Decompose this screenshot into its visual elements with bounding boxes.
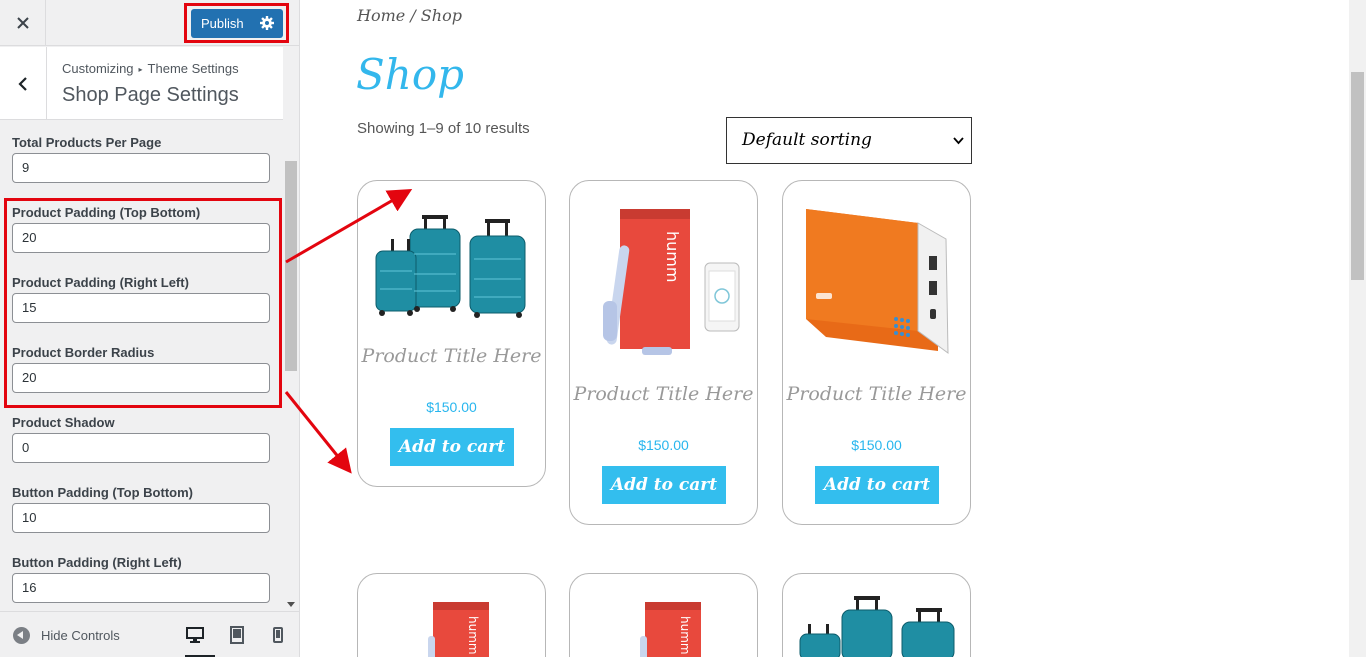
product-card[interactable]: humm: [569, 573, 758, 657]
publish-label: Publish: [201, 16, 244, 31]
shop-breadcrumb: Home / Shop: [357, 6, 462, 25]
section-header: Customizing ▸ Theme Settings Shop Page Set…: [0, 47, 283, 120]
add-to-cart-button[interactable]: Add to cart: [815, 466, 939, 504]
control-button-padding-rl: Button Padding (Right Left) 16: [12, 555, 270, 603]
product-card[interactable]: [782, 573, 971, 657]
control-button-padding-tb: Button Padding (Top Bottom) 10: [12, 485, 270, 533]
product-card[interactable]: humm: [357, 573, 546, 657]
back-button[interactable]: [0, 47, 47, 120]
total-products-input[interactable]: 9: [12, 153, 270, 183]
customizer-footer: Hide Controls: [0, 611, 299, 657]
chevron-down-icon: [953, 137, 964, 145]
scroll-down-arrow-icon[interactable]: [287, 602, 295, 607]
product-title[interactable]: Product Title Here: [783, 383, 970, 405]
preview-scrollbar[interactable]: [1349, 0, 1366, 657]
desktop-icon[interactable]: [185, 625, 205, 645]
section-title: Shop Page Settings: [62, 84, 239, 106]
hide-controls-label[interactable]: Hide Controls: [41, 628, 120, 643]
breadcrumb-separator: /: [405, 6, 421, 25]
customizer-sidebar: Publish Customizing ▸ Theme Settings Sho…: [0, 0, 300, 657]
product-price: $150.00: [851, 437, 902, 453]
hide-controls-icon[interactable]: [13, 627, 30, 644]
product-image-power-bank[interactable]: [798, 201, 957, 361]
breadcrumb-home-link[interactable]: Home: [357, 6, 405, 25]
control-total-products: Total Products Per Page 9: [12, 135, 270, 183]
preview-scrollbar-thumb[interactable]: [1351, 72, 1364, 280]
breadcrumb-section: Theme Settings: [147, 61, 239, 76]
close-icon: [16, 17, 29, 29]
product-card[interactable]: Product Title Here $150.00 Add to cart: [782, 180, 971, 525]
tablet-icon[interactable]: [227, 625, 247, 645]
product-title[interactable]: Product Title Here: [358, 345, 545, 367]
breadcrumb-current: Shop: [420, 6, 462, 25]
product-image-toothbrush[interactable]: humm: [373, 600, 532, 657]
button-padding-tb-input[interactable]: 10: [12, 503, 270, 533]
product-card[interactable]: Product Title Here $150.00 Add to cart: [357, 180, 546, 487]
scrollbar-thumb[interactable]: [285, 161, 297, 371]
breadcrumb-separator-icon: ▸: [138, 65, 143, 74]
breadcrumb-root: Customizing: [62, 61, 134, 76]
product-price: $150.00: [426, 399, 477, 415]
sorting-selected-value: Default sorting: [742, 130, 872, 150]
svg-text:humm: humm: [466, 616, 480, 655]
customizer-breadcrumb: Customizing ▸ Theme Settings: [62, 61, 239, 76]
product-image-toothbrush[interactable]: humm: [585, 201, 744, 361]
control-label: Total Products Per Page: [12, 135, 162, 150]
product-image-toothbrush[interactable]: humm: [585, 600, 744, 657]
controls-scrollbar[interactable]: [283, 121, 299, 611]
result-count: Showing 1–9 of 10 results: [357, 120, 530, 137]
product-title[interactable]: Product Title Here: [570, 383, 757, 405]
site-preview: Home / Shop Shop Showing 1–9 of 10 resul…: [300, 0, 1366, 657]
add-to-cart-button[interactable]: Add to cart: [602, 466, 726, 504]
chevron-left-icon: [18, 76, 27, 91]
product-image-luggage[interactable]: [798, 594, 957, 657]
svg-text:humm: humm: [678, 616, 692, 655]
product-card[interactable]: humm Product Title Here $150.00 Add to c…: [569, 180, 758, 525]
svg-text:humm: humm: [663, 231, 682, 282]
control-label: Button Padding (Right Left): [12, 555, 182, 570]
control-label: Button Padding (Top Bottom): [12, 485, 193, 500]
publish-button[interactable]: Publish: [191, 9, 283, 38]
close-customizer-button[interactable]: [0, 0, 46, 46]
product-shadow-input[interactable]: 0: [12, 433, 270, 463]
control-product-shadow: Product Shadow 0: [12, 415, 270, 463]
product-settings-highlight-box: [4, 198, 282, 408]
add-to-cart-button[interactable]: Add to cart: [390, 428, 514, 466]
sorting-select[interactable]: Default sorting: [726, 117, 972, 164]
product-image-luggage[interactable]: [373, 199, 532, 324]
product-price: $150.00: [638, 437, 689, 453]
customizer-header: Publish: [0, 0, 299, 46]
control-label: Product Shadow: [12, 415, 115, 430]
mobile-icon[interactable]: [268, 625, 288, 645]
button-padding-rl-input[interactable]: 16: [12, 573, 270, 603]
gear-icon[interactable]: [259, 15, 275, 31]
page-title: Shop: [356, 50, 464, 99]
